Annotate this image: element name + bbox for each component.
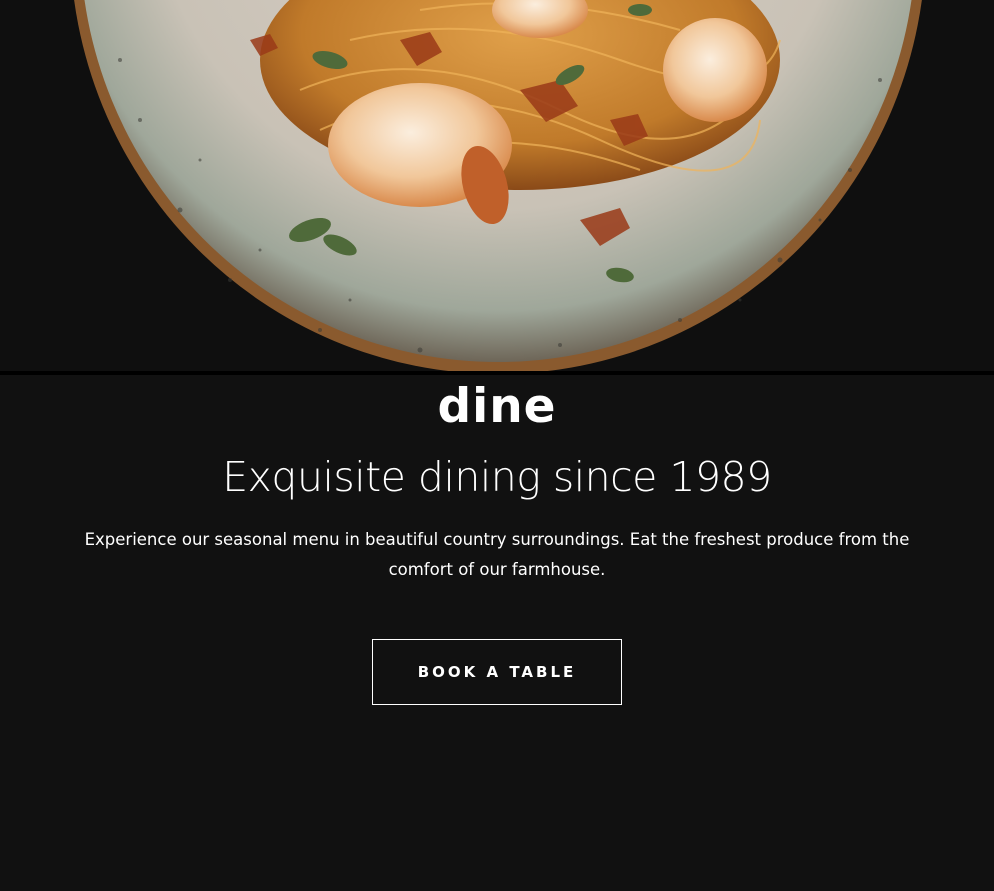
- book-a-table-button[interactable]: BOOK A TABLE: [372, 639, 622, 705]
- hero-content: dine Exquisite dining since 1989 Experie…: [0, 375, 994, 705]
- logo[interactable]: dine: [0, 379, 994, 435]
- page-title: Exquisite dining since 1989: [222, 453, 772, 501]
- intro-description: Experience our seasonal menu in beautifu…: [84, 530, 910, 579]
- page: dine Exquisite dining since 1989 Experie…: [0, 0, 994, 891]
- hero-food-image: [0, 0, 994, 372]
